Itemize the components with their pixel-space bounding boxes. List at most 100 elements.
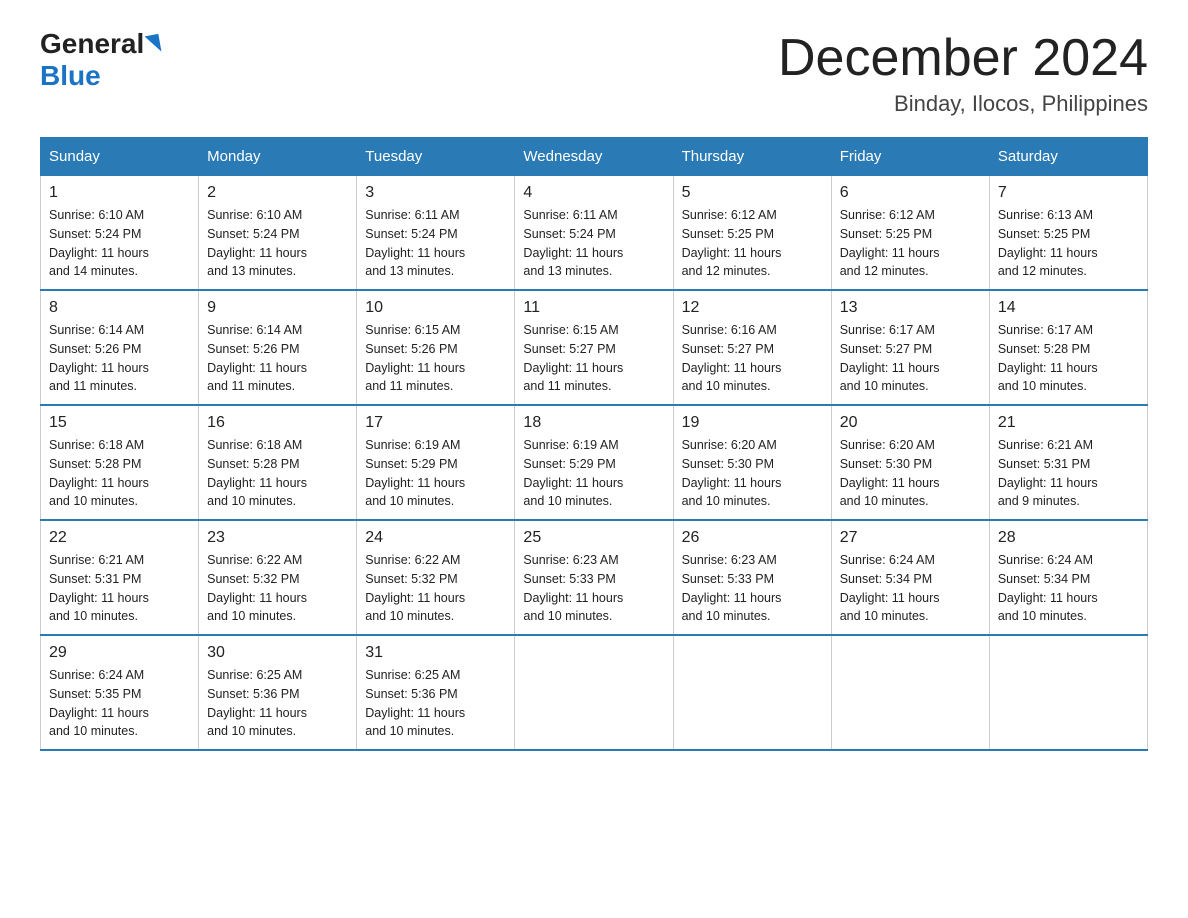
day-info: Sunrise: 6:22 AMSunset: 5:32 PMDaylight:… xyxy=(207,551,348,626)
calendar-cell: 28 Sunrise: 6:24 AMSunset: 5:34 PMDayligh… xyxy=(989,520,1147,635)
location-title: Binday, Ilocos, Philippines xyxy=(778,91,1148,117)
col-header-sunday: Sunday xyxy=(41,138,199,176)
calendar-cell: 13 Sunrise: 6:17 AMSunset: 5:27 PMDayligh… xyxy=(831,290,989,405)
calendar-cell xyxy=(989,635,1147,750)
day-number: 23 xyxy=(207,529,348,547)
day-info: Sunrise: 6:21 AMSunset: 5:31 PMDaylight:… xyxy=(49,551,190,626)
day-number: 9 xyxy=(207,299,348,317)
calendar-cell: 17 Sunrise: 6:19 AMSunset: 5:29 PMDayligh… xyxy=(357,405,515,520)
logo-blue: Blue xyxy=(40,60,101,92)
day-number: 3 xyxy=(365,184,506,202)
calendar-cell: 27 Sunrise: 6:24 AMSunset: 5:34 PMDayligh… xyxy=(831,520,989,635)
day-info: Sunrise: 6:25 AMSunset: 5:36 PMDaylight:… xyxy=(365,666,506,741)
calendar-cell: 4 Sunrise: 6:11 AMSunset: 5:24 PMDaylight… xyxy=(515,176,673,291)
col-header-friday: Friday xyxy=(831,138,989,176)
day-number: 7 xyxy=(998,184,1139,202)
col-header-wednesday: Wednesday xyxy=(515,138,673,176)
day-info: Sunrise: 6:19 AMSunset: 5:29 PMDaylight:… xyxy=(523,436,664,511)
day-number: 16 xyxy=(207,414,348,432)
page-header: General Blue December 2024 Binday, Iloco… xyxy=(40,30,1148,117)
calendar-cell: 5 Sunrise: 6:12 AMSunset: 5:25 PMDaylight… xyxy=(673,176,831,291)
month-title: December 2024 xyxy=(778,30,1148,87)
calendar-cell: 16 Sunrise: 6:18 AMSunset: 5:28 PMDayligh… xyxy=(199,405,357,520)
day-info: Sunrise: 6:18 AMSunset: 5:28 PMDaylight:… xyxy=(207,436,348,511)
day-number: 6 xyxy=(840,184,981,202)
day-info: Sunrise: 6:11 AMSunset: 5:24 PMDaylight:… xyxy=(523,206,664,281)
calendar-cell: 2Sunrise: 6:10 AMSunset: 5:24 PMDaylight… xyxy=(199,176,357,291)
calendar-week-5: 29Sunrise: 6:24 AMSunset: 5:35 PMDayligh… xyxy=(41,635,1148,750)
day-number: 26 xyxy=(682,529,823,547)
day-info: Sunrise: 6:19 AMSunset: 5:29 PMDaylight:… xyxy=(365,436,506,511)
day-info: Sunrise: 6:10 AMSunset: 5:24 PMDaylight:… xyxy=(49,206,190,281)
day-number: 11 xyxy=(523,299,664,317)
calendar-cell: 12Sunrise: 6:16 AMSunset: 5:27 PMDayligh… xyxy=(673,290,831,405)
calendar-cell: 1 Sunrise: 6:10 AMSunset: 5:24 PMDaylight… xyxy=(41,176,199,291)
title-block: December 2024 Binday, Ilocos, Philippine… xyxy=(778,30,1148,117)
day-info: Sunrise: 6:17 AMSunset: 5:28 PMDaylight:… xyxy=(998,321,1139,396)
day-info: Sunrise: 6:24 AMSunset: 5:34 PMDaylight:… xyxy=(840,551,981,626)
calendar-cell: 6 Sunrise: 6:12 AMSunset: 5:25 PMDaylight… xyxy=(831,176,989,291)
day-info: Sunrise: 6:14 AMSunset: 5:26 PMDaylight:… xyxy=(207,321,348,396)
calendar-cell: 11Sunrise: 6:15 AMSunset: 5:27 PMDayligh… xyxy=(515,290,673,405)
calendar-week-1: 1 Sunrise: 6:10 AMSunset: 5:24 PMDaylight… xyxy=(41,176,1148,291)
calendar-cell: 22 Sunrise: 6:21 AMSunset: 5:31 PMDayligh… xyxy=(41,520,199,635)
day-number: 19 xyxy=(682,414,823,432)
day-info: Sunrise: 6:24 AMSunset: 5:34 PMDaylight:… xyxy=(998,551,1139,626)
day-number: 22 xyxy=(49,529,190,547)
col-header-monday: Monday xyxy=(199,138,357,176)
calendar-header: SundayMondayTuesdayWednesdayThursdayFrid… xyxy=(41,138,1148,176)
calendar-week-2: 8 Sunrise: 6:14 AMSunset: 5:26 PMDaylight… xyxy=(41,290,1148,405)
calendar-table: SundayMondayTuesdayWednesdayThursdayFrid… xyxy=(40,137,1148,751)
col-header-tuesday: Tuesday xyxy=(357,138,515,176)
day-info: Sunrise: 6:17 AMSunset: 5:27 PMDaylight:… xyxy=(840,321,981,396)
day-info: Sunrise: 6:22 AMSunset: 5:32 PMDaylight:… xyxy=(365,551,506,626)
day-number: 1 xyxy=(49,184,190,202)
calendar-cell: 8 Sunrise: 6:14 AMSunset: 5:26 PMDaylight… xyxy=(41,290,199,405)
day-info: Sunrise: 6:20 AMSunset: 5:30 PMDaylight:… xyxy=(840,436,981,511)
day-info: Sunrise: 6:14 AMSunset: 5:26 PMDaylight:… xyxy=(49,321,190,396)
day-number: 28 xyxy=(998,529,1139,547)
col-header-saturday: Saturday xyxy=(989,138,1147,176)
calendar-week-3: 15Sunrise: 6:18 AMSunset: 5:28 PMDayligh… xyxy=(41,405,1148,520)
day-number: 25 xyxy=(523,529,664,547)
day-number: 17 xyxy=(365,414,506,432)
calendar-cell xyxy=(831,635,989,750)
day-info: Sunrise: 6:12 AMSunset: 5:25 PMDaylight:… xyxy=(682,206,823,281)
calendar-cell xyxy=(673,635,831,750)
day-number: 30 xyxy=(207,644,348,662)
calendar-cell: 14 Sunrise: 6:17 AMSunset: 5:28 PMDayligh… xyxy=(989,290,1147,405)
day-number: 4 xyxy=(523,184,664,202)
day-number: 10 xyxy=(365,299,506,317)
day-info: Sunrise: 6:12 AMSunset: 5:25 PMDaylight:… xyxy=(840,206,981,281)
calendar-cell: 21 Sunrise: 6:21 AMSunset: 5:31 PMDayligh… xyxy=(989,405,1147,520)
logo-arrow-icon xyxy=(145,34,162,54)
calendar-cell: 24Sunrise: 6:22 AMSunset: 5:32 PMDayligh… xyxy=(357,520,515,635)
day-number: 27 xyxy=(840,529,981,547)
day-info: Sunrise: 6:13 AMSunset: 5:25 PMDaylight:… xyxy=(998,206,1139,281)
calendar-cell: 9 Sunrise: 6:14 AMSunset: 5:26 PMDaylight… xyxy=(199,290,357,405)
day-info: Sunrise: 6:18 AMSunset: 5:28 PMDaylight:… xyxy=(49,436,190,511)
day-info: Sunrise: 6:10 AMSunset: 5:24 PMDaylight:… xyxy=(207,206,348,281)
day-info: Sunrise: 6:16 AMSunset: 5:27 PMDaylight:… xyxy=(682,321,823,396)
day-info: Sunrise: 6:15 AMSunset: 5:26 PMDaylight:… xyxy=(365,321,506,396)
day-number: 13 xyxy=(840,299,981,317)
day-number: 8 xyxy=(49,299,190,317)
day-info: Sunrise: 6:24 AMSunset: 5:35 PMDaylight:… xyxy=(49,666,190,741)
logo-general: General xyxy=(40,30,144,58)
day-number: 14 xyxy=(998,299,1139,317)
calendar-cell: 29Sunrise: 6:24 AMSunset: 5:35 PMDayligh… xyxy=(41,635,199,750)
calendar-cell: 20 Sunrise: 6:20 AMSunset: 5:30 PMDayligh… xyxy=(831,405,989,520)
logo: General Blue xyxy=(40,30,160,92)
calendar-cell: 15Sunrise: 6:18 AMSunset: 5:28 PMDayligh… xyxy=(41,405,199,520)
day-info: Sunrise: 6:21 AMSunset: 5:31 PMDaylight:… xyxy=(998,436,1139,511)
day-info: Sunrise: 6:11 AMSunset: 5:24 PMDaylight:… xyxy=(365,206,506,281)
day-info: Sunrise: 6:20 AMSunset: 5:30 PMDaylight:… xyxy=(682,436,823,511)
calendar-cell: 18Sunrise: 6:19 AMSunset: 5:29 PMDayligh… xyxy=(515,405,673,520)
day-number: 5 xyxy=(682,184,823,202)
calendar-week-4: 22 Sunrise: 6:21 AMSunset: 5:31 PMDayligh… xyxy=(41,520,1148,635)
calendar-cell: 23 Sunrise: 6:22 AMSunset: 5:32 PMDayligh… xyxy=(199,520,357,635)
calendar-cell: 25Sunrise: 6:23 AMSunset: 5:33 PMDayligh… xyxy=(515,520,673,635)
col-header-thursday: Thursday xyxy=(673,138,831,176)
day-number: 20 xyxy=(840,414,981,432)
day-number: 21 xyxy=(998,414,1139,432)
